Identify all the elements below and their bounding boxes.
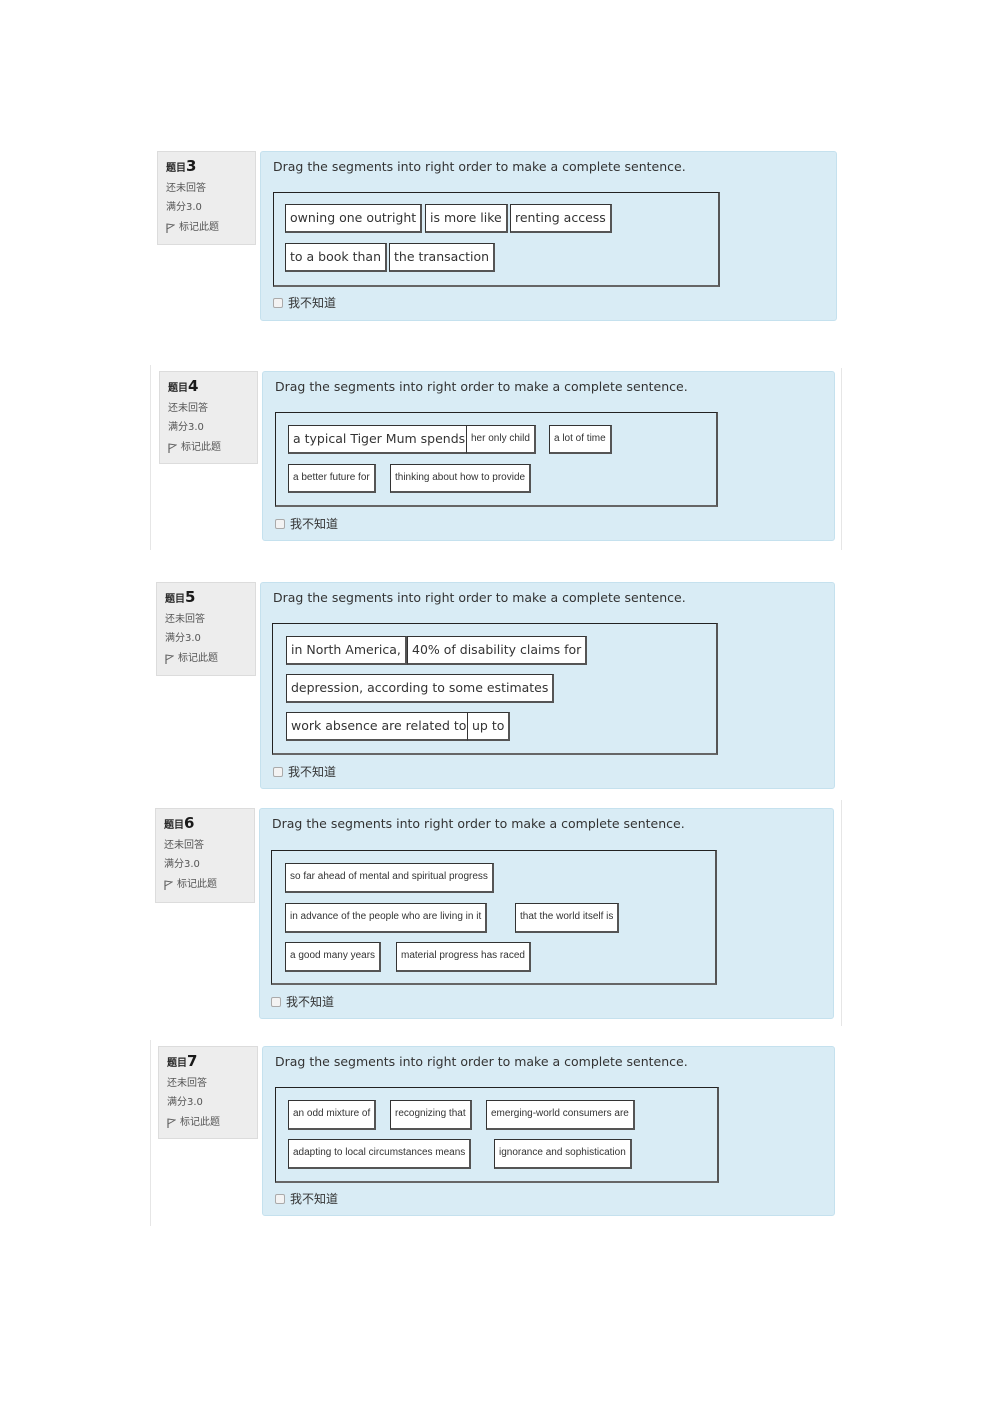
question-grade: 满分3.0	[168, 422, 204, 433]
question-prompt: Drag the segments into right order to ma…	[272, 816, 685, 831]
segment-tile[interactable]: a good many years	[285, 942, 382, 972]
segment-tile[interactable]: in North America,	[286, 636, 407, 665]
question-state: 还未回答	[168, 403, 208, 414]
segment-tile[interactable]: adapting to local circumstances means	[288, 1139, 472, 1169]
segment-tile[interactable]: renting access	[510, 204, 612, 233]
question-number: 题目4	[168, 377, 199, 395]
question-prompt: Drag the segments into right order to ma…	[273, 590, 686, 605]
dont-know-checkbox[interactable]	[273, 297, 283, 308]
question-content: Drag the segments into right order to ma…	[262, 371, 835, 541]
dont-know-option[interactable]: 我不知道	[271, 993, 334, 1010]
segment-dropzone[interactable]: a typical Tiger Mum spends her only chil…	[275, 412, 718, 507]
question-state: 还未回答	[165, 614, 205, 625]
question-prompt: Drag the segments into right order to ma…	[275, 1054, 688, 1069]
question-info: 题目6 还未回答 满分3.0 标记此题	[155, 808, 255, 903]
question-content: Drag the segments into right order to ma…	[259, 808, 834, 1019]
segment-tile[interactable]: work absence are related to	[286, 712, 473, 741]
segment-tile[interactable]: a typical Tiger Mum spends	[288, 425, 472, 454]
dont-know-option[interactable]: 我不知道	[273, 294, 336, 311]
dont-know-checkbox[interactable]	[273, 766, 283, 777]
segment-dropzone[interactable]: in North America, 40% of disability clai…	[272, 623, 718, 755]
segment-dropzone[interactable]: owning one outright is more like renting…	[273, 192, 720, 287]
question-info: 题目5 还未回答 满分3.0 标记此题	[156, 582, 256, 676]
page-border-left	[150, 365, 151, 550]
question-content: Drag the segments into right order to ma…	[262, 1046, 835, 1216]
question-content: Drag the segments into right order to ma…	[260, 151, 837, 321]
question-grade: 满分3.0	[164, 859, 200, 870]
dont-know-option[interactable]: 我不知道	[273, 763, 336, 780]
segment-dropzone[interactable]: so far ahead of mental and spiritual pro…	[271, 850, 717, 985]
dont-know-option[interactable]: 我不知道	[275, 515, 338, 532]
segment-tile[interactable]: her only child	[466, 425, 536, 454]
flag-question-button[interactable]: 标记此题	[165, 652, 247, 666]
dont-know-checkbox[interactable]	[275, 1193, 285, 1204]
segment-tile[interactable]: ignorance and sophistication	[494, 1139, 632, 1169]
flag-question-button[interactable]: 标记此题	[164, 878, 246, 892]
segment-tile[interactable]: recognizing that	[390, 1100, 472, 1130]
flag-icon	[167, 1118, 176, 1128]
segment-tile[interactable]: to a book than	[285, 243, 388, 272]
segment-tile[interactable]: up to	[467, 712, 511, 741]
question-state: 还未回答	[166, 183, 206, 194]
segment-tile[interactable]: the transaction	[389, 243, 496, 272]
question-number: 题目5	[165, 588, 196, 606]
question-number: 题目6	[164, 814, 195, 832]
question-prompt: Drag the segments into right order to ma…	[273, 159, 686, 174]
question-grade: 满分3.0	[165, 633, 201, 644]
question-state: 还未回答	[164, 840, 204, 851]
flag-question-button[interactable]: 标记此题	[166, 221, 247, 235]
flag-icon	[168, 443, 177, 453]
segment-tile[interactable]: so far ahead of mental and spiritual pro…	[285, 863, 494, 893]
segment-tile[interactable]: a lot of time	[549, 425, 612, 454]
segment-tile[interactable]: thinking about how to provide	[390, 464, 532, 493]
segment-tile[interactable]: owning one outright	[285, 204, 423, 233]
dont-know-option[interactable]: 我不知道	[275, 1190, 338, 1207]
question-grade: 满分3.0	[166, 202, 202, 213]
segment-tile[interactable]: 40% of disability claims for	[407, 636, 588, 665]
question-prompt: Drag the segments into right order to ma…	[275, 379, 688, 394]
question-info: 题目3 还未回答 满分3.0 标记此题	[157, 151, 256, 245]
segment-tile[interactable]: that the world itself is	[515, 903, 620, 933]
question-info: 题目4 还未回答 满分3.0 标记此题	[159, 371, 258, 464]
segment-dropzone[interactable]: an odd mixture of recognizing that emerg…	[275, 1087, 719, 1183]
segment-tile[interactable]: depression, according to some estimates	[286, 674, 555, 703]
segment-tile[interactable]: emerging-world consumers are	[486, 1100, 635, 1130]
segment-tile[interactable]: is more like	[425, 204, 508, 233]
page-border-left	[150, 1040, 151, 1226]
flag-icon	[164, 880, 173, 890]
flag-icon	[165, 654, 174, 664]
question-number: 题目7	[167, 1052, 198, 1070]
question-grade: 满分3.0	[167, 1097, 203, 1108]
segment-tile[interactable]: material progress has raced	[396, 942, 531, 972]
dont-know-checkbox[interactable]	[275, 518, 285, 529]
question-state: 还未回答	[167, 1078, 207, 1089]
flag-question-button[interactable]: 标记此题	[168, 441, 249, 455]
page-border-right	[841, 800, 842, 1026]
flag-icon	[166, 223, 175, 233]
question-content: Drag the segments into right order to ma…	[260, 582, 835, 789]
segment-tile[interactable]: an odd mixture of	[288, 1100, 377, 1130]
flag-question-button[interactable]: 标记此题	[167, 1116, 249, 1130]
dont-know-checkbox[interactable]	[271, 996, 281, 1007]
segment-tile[interactable]: in advance of the people who are living …	[285, 903, 488, 933]
question-info: 题目7 还未回答 满分3.0 标记此题	[158, 1046, 258, 1139]
page-border-right	[841, 368, 842, 550]
question-number: 题目3	[166, 157, 197, 175]
segment-tile[interactable]: a better future for	[288, 464, 376, 493]
